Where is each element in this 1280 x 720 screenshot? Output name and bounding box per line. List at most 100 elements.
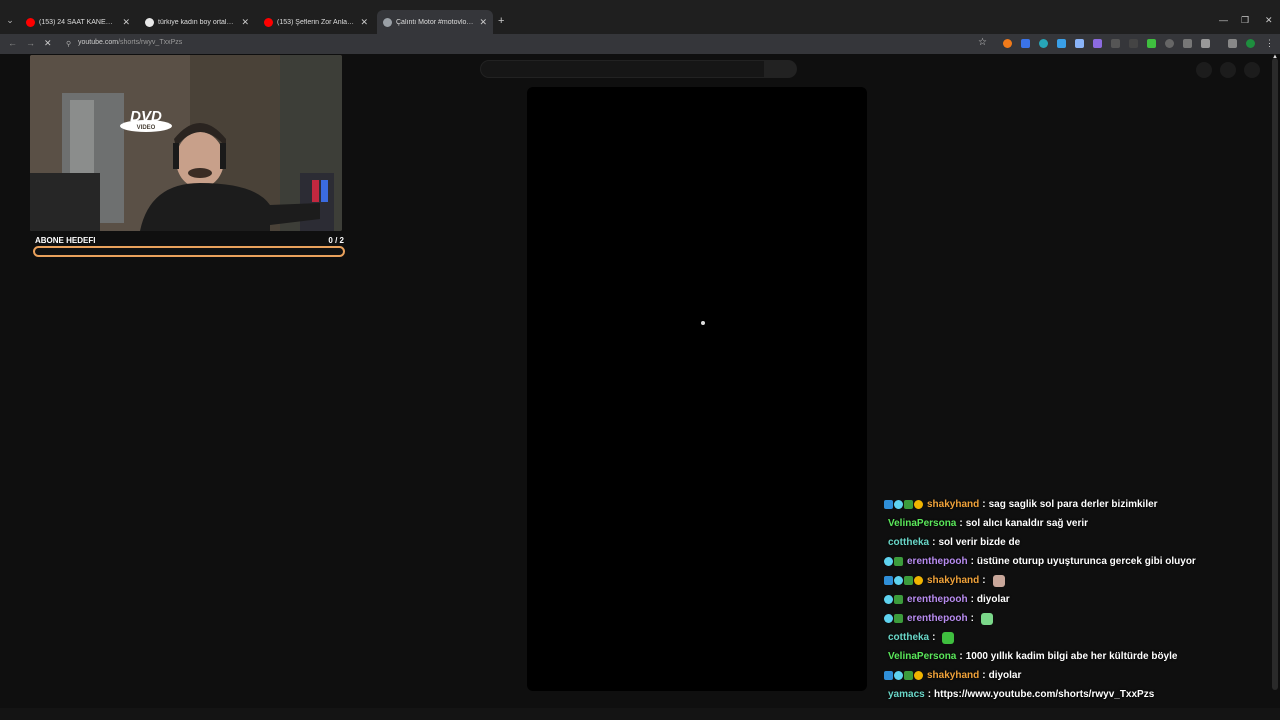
url-host: youtube.com xyxy=(78,39,119,46)
chat-username[interactable]: shakyhand xyxy=(927,575,979,586)
browser-menu-icon[interactable]: ⋮ xyxy=(1265,38,1274,49)
chat-badge-icon xyxy=(894,500,903,509)
chat-username[interactable]: VelinaPersona xyxy=(888,651,956,662)
chat-separator: : xyxy=(982,670,986,681)
bookmark-star-icon[interactable]: ☆ xyxy=(978,37,987,48)
chat-emote-icon xyxy=(992,574,1005,587)
chat-badge-icon xyxy=(884,614,893,623)
subscriber-goal-count: 0 / 2 xyxy=(328,236,344,245)
chat-badge-icon xyxy=(894,671,903,680)
chat-badge-icon xyxy=(884,671,893,680)
extension-icon[interactable] xyxy=(1003,39,1012,48)
chat-message: erenthepooh: üstüne oturup uyuşturunca ge… xyxy=(884,552,1274,571)
media-icon[interactable] xyxy=(1228,39,1237,48)
subscriber-goal-progress-bar xyxy=(33,246,345,257)
extension-icon[interactable] xyxy=(1057,39,1066,48)
chat-message: shakyhand: sag saglik sol para derler biz… xyxy=(884,495,1274,514)
tab-1[interactable]: (153) 24 SAAT KANEPEDE YAŞA ✕ xyxy=(20,12,136,32)
stop-reload-button[interactable]: ✕ xyxy=(44,38,52,49)
chat-text: diyolar xyxy=(988,670,1022,681)
site-info-icon[interactable]: ⚲ xyxy=(66,40,71,48)
webcam-image xyxy=(30,55,342,231)
extension-icon[interactable] xyxy=(1021,39,1030,48)
forward-button[interactable]: → xyxy=(26,38,35,48)
browser-tab-bar: ⌄ (153) 24 SAAT KANEPEDE YAŞA ✕ türkiye … xyxy=(0,0,1280,34)
search-button[interactable] xyxy=(765,60,797,78)
chat-badge-icon xyxy=(884,557,893,566)
tab-close-icon[interactable]: ✕ xyxy=(241,17,249,28)
extension-icon[interactable] xyxy=(1147,39,1156,48)
youtube-favicon-icon xyxy=(264,17,273,27)
chat-username[interactable]: shakyhand xyxy=(927,499,979,510)
chat-separator: : xyxy=(982,499,986,510)
loading-spinner-icon xyxy=(701,321,705,325)
tab-title: Çalıntı Motor #motovlog #mo xyxy=(396,18,473,26)
close-window-button[interactable]: ✕ xyxy=(1265,15,1273,26)
chat-username[interactable]: VelinaPersona xyxy=(888,518,956,529)
youtube-favicon-icon xyxy=(26,17,35,27)
new-tab-button[interactable]: + xyxy=(498,15,504,27)
chat-emote-icon xyxy=(942,631,955,644)
profile-avatar-icon[interactable] xyxy=(1246,39,1255,48)
chat-badges xyxy=(884,557,904,566)
google-favicon-icon xyxy=(145,17,154,27)
dvd-logo-text: DVD xyxy=(130,108,162,125)
extension-icon[interactable] xyxy=(1039,39,1048,48)
chat-badge-icon xyxy=(894,557,903,566)
chat-text: sag saglik sol para derler bizimkiler xyxy=(988,499,1158,510)
create-icon[interactable] xyxy=(1196,62,1212,78)
notifications-icon[interactable] xyxy=(1220,62,1236,78)
minimize-button[interactable]: — xyxy=(1219,15,1228,25)
extension-icon[interactable] xyxy=(1183,39,1192,48)
tab-close-icon[interactable]: ✕ xyxy=(479,17,487,28)
tab-close-icon[interactable]: ✕ xyxy=(360,17,368,28)
chat-badges xyxy=(884,595,904,604)
webcam-feed: DVD VIDEO xyxy=(30,55,342,231)
tab-search-icon[interactable]: ⌄ xyxy=(4,14,16,26)
extension-icon[interactable] xyxy=(1111,39,1120,48)
chat-badge-icon xyxy=(914,671,923,680)
chat-badge-icon xyxy=(894,614,903,623)
tab-3[interactable]: (153) Şeflerin Zor Anları | Mast ✕ xyxy=(258,12,374,32)
maximize-button[interactable]: ❐ xyxy=(1241,15,1249,26)
extension-icon[interactable] xyxy=(1129,39,1138,48)
chat-separator: : xyxy=(970,556,974,567)
chat-message: erenthepooh: xyxy=(884,609,1274,628)
chat-message: cottheka: xyxy=(884,628,1274,647)
chat-separator: : xyxy=(927,689,932,700)
chat-username[interactable]: erenthepooh xyxy=(907,556,968,567)
chat-text: 1000 yıllık kadim bilgi abe her kültürde… xyxy=(965,651,1178,662)
chat-text: diyolar xyxy=(976,594,1010,605)
address-bar[interactable]: youtube.com/shorts/rwyv_TxxPzs xyxy=(78,39,182,46)
chat-message: shakyhand: xyxy=(884,571,1274,590)
chat-badge-icon xyxy=(894,576,903,585)
chat-badge-icon xyxy=(894,595,903,604)
chat-badge-icon xyxy=(884,595,893,604)
extension-icon[interactable] xyxy=(1075,39,1084,48)
extension-icon[interactable] xyxy=(1165,39,1174,48)
tab-title: türkiye kadın boy ortalaması - G xyxy=(158,18,236,26)
chat-text: sol verir bizde de xyxy=(938,537,1021,548)
chat-username[interactable]: erenthepooh xyxy=(907,594,968,605)
tab-4-active[interactable]: Çalıntı Motor #motovlog #mo ✕ xyxy=(377,10,493,34)
chat-username[interactable]: yamacs xyxy=(888,689,925,700)
chat-text: üstüne oturup uyuşturunca gercek gibi ol… xyxy=(976,556,1196,567)
account-avatar[interactable] xyxy=(1244,62,1260,78)
extension-icon[interactable] xyxy=(1093,39,1102,48)
back-button[interactable]: ← xyxy=(8,38,17,48)
chat-emote-icon xyxy=(980,612,993,625)
chat-separator: : xyxy=(970,594,974,605)
tab-2[interactable]: türkiye kadın boy ortalaması - G ✕ xyxy=(139,12,255,32)
dvd-logo: DVD VIDEO xyxy=(120,108,172,132)
chat-separator: : xyxy=(982,575,986,586)
tab-close-icon[interactable]: ✕ xyxy=(122,17,130,28)
tab-title: (153) 24 SAAT KANEPEDE YAŞA xyxy=(39,18,116,26)
chat-username[interactable]: erenthepooh xyxy=(907,613,968,624)
chat-username[interactable]: shakyhand xyxy=(927,670,979,681)
shorts-video-player[interactable] xyxy=(527,87,867,691)
chat-username[interactable]: cottheka xyxy=(888,537,929,548)
chat-username[interactable]: cottheka xyxy=(888,632,929,643)
search-input[interactable] xyxy=(480,60,765,78)
url-path: /shorts/rwyv_TxxPzs xyxy=(118,39,183,46)
extensions-puzzle-icon[interactable] xyxy=(1201,39,1210,48)
